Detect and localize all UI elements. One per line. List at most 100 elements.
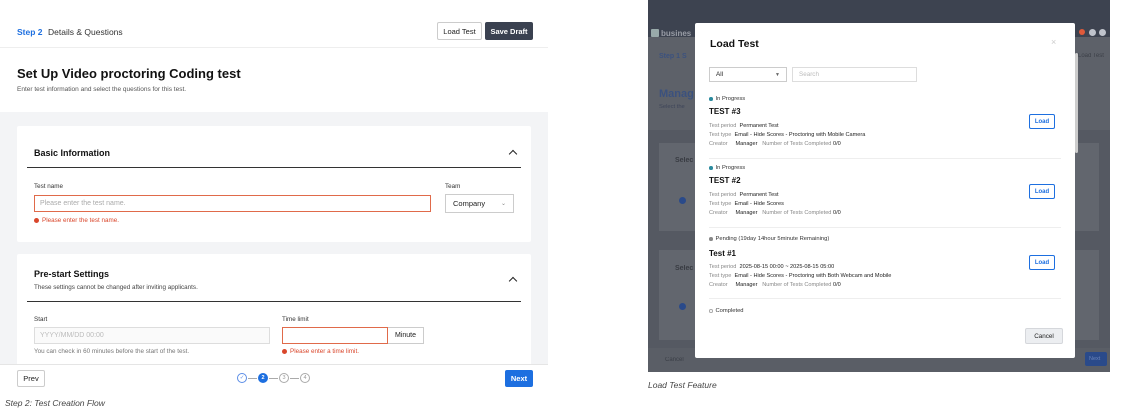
test-type-value: Email - Hide Scores - Proctoring with Mo… xyxy=(734,132,866,138)
start-hint: You can check in 60 minutes before the s… xyxy=(34,348,190,355)
creator-row: Creator Manager Number of Tests Complete… xyxy=(709,210,841,216)
cancel-button[interactable]: Cancel xyxy=(1025,328,1063,344)
bg-help-icon xyxy=(1089,29,1096,36)
test-name: TEST #3 xyxy=(709,107,741,116)
form-area: Basic Information Test name Please enter… xyxy=(0,112,548,374)
bg-select-2: Selec xyxy=(675,265,694,272)
prestart-settings-desc: These settings cannot be changed after i… xyxy=(34,284,198,291)
load-test-screenshot: busines Step 1 S Load Test Manag Select … xyxy=(648,0,1110,372)
close-icon[interactable]: × xyxy=(1051,37,1056,47)
test-period-row: Test period Permanent Test xyxy=(709,192,779,198)
test-period-value: 2025-08-15 00:00 ~ 2025-08-15 05:00 xyxy=(739,264,835,270)
creator-value: Manager xyxy=(735,141,758,147)
time-limit-label: Time limit xyxy=(282,316,309,323)
test-name-error-text: Please enter the test name. xyxy=(42,217,120,224)
test-period-label: Test period xyxy=(709,192,737,198)
creator-label: Creator xyxy=(709,210,728,216)
load-button[interactable]: Load xyxy=(1029,114,1055,129)
completed-status: Completed xyxy=(709,308,744,314)
divider xyxy=(27,167,521,168)
prestart-settings-card: Pre-start Settings These settings cannot… xyxy=(17,254,531,374)
next-button[interactable]: Next xyxy=(505,370,533,387)
time-limit-input[interactable] xyxy=(282,327,388,344)
bg-radio xyxy=(679,197,686,204)
step-3: 3 xyxy=(279,373,289,383)
modal-title: Load Test xyxy=(710,38,759,50)
status-badge: Pending (19day 14hour 5minute Remaining) xyxy=(709,236,829,242)
bg-logo-text: busines xyxy=(661,29,692,38)
bg-step: Step 1 S xyxy=(659,53,687,60)
right-caption: Load Test Feature xyxy=(648,380,717,390)
step-connector xyxy=(269,378,278,379)
team-select[interactable]: Company ⌄ xyxy=(445,194,514,213)
test-list-item: In Progress TEST #2 Test period Permanen… xyxy=(709,162,1061,228)
top-bar: Step 2 Details & Questions Load Test Sav… xyxy=(0,0,548,48)
status-text: In Progress xyxy=(715,165,746,171)
divider xyxy=(27,301,521,302)
basic-information-title: Basic Information xyxy=(34,148,111,158)
status-dot-icon xyxy=(709,237,713,241)
status-filter-select[interactable]: All ▼ xyxy=(709,67,787,82)
save-draft-button[interactable]: Save Draft xyxy=(485,22,533,40)
step-1-done-icon: ✓ xyxy=(237,373,247,383)
load-test-button[interactable]: Load Test xyxy=(437,22,482,40)
collapse-chevron-icon[interactable] xyxy=(508,276,518,286)
team-label: Team xyxy=(445,183,461,190)
load-button[interactable]: Load xyxy=(1029,184,1055,199)
status-dot-icon xyxy=(709,166,713,170)
step-connector xyxy=(248,378,257,379)
status-badge: In Progress xyxy=(709,96,745,102)
time-limit-error: Please enter a time limit. xyxy=(282,348,359,355)
left-caption: Step 2: Test Creation Flow xyxy=(5,398,105,408)
completed-label: Number of Tests Completed xyxy=(762,141,832,147)
bg-cancel: Cancel xyxy=(665,357,684,363)
test-type-label: Test type xyxy=(709,132,732,138)
test-name-label: Test name xyxy=(34,183,64,190)
creator-row: Creator Manager Number of Tests Complete… xyxy=(709,282,841,288)
completed-label: Number of Tests Completed xyxy=(762,282,832,288)
test-creation-panel: Step 2 Details & Questions Load Test Sav… xyxy=(0,0,548,392)
collapse-chevron-icon[interactable] xyxy=(508,149,518,159)
bg-select-1: Selec xyxy=(675,157,694,164)
test-type-row: Test type Email - Hide Scores - Proctori… xyxy=(709,273,891,279)
status-dot-icon xyxy=(709,97,713,101)
error-icon xyxy=(34,218,39,223)
start-label: Start xyxy=(34,316,48,323)
time-limit-error-text: Please enter a time limit. xyxy=(290,348,359,355)
prev-button[interactable]: Prev xyxy=(17,370,45,387)
creator-row: Creator Manager Number of Tests Complete… xyxy=(709,141,841,147)
completed-value: 0/0 xyxy=(832,141,841,147)
test-name: Test #1 xyxy=(709,249,736,258)
status-badge: In Progress xyxy=(709,165,745,171)
test-type-row: Test type Email - Hide Scores xyxy=(709,201,784,207)
bg-avatar xyxy=(1099,29,1106,36)
bg-heading: Manag xyxy=(659,88,694,100)
page-title: Set Up Video proctoring Coding test xyxy=(17,66,241,81)
error-icon xyxy=(282,349,287,354)
test-type-row: Test type Email - Hide Scores - Proctori… xyxy=(709,132,865,138)
page-subtitle: Enter test information and select the qu… xyxy=(17,86,187,93)
modal-scrollbar[interactable] xyxy=(1075,53,1078,153)
test-period-row: Test period 2025-08-15 00:00 ~ 2025-08-1… xyxy=(709,264,834,270)
completed-label: Number of Tests Completed xyxy=(762,210,832,216)
step-title: Details & Questions xyxy=(48,27,123,37)
test-name-error: Please enter the test name. xyxy=(34,217,119,224)
status-text: Pending (19day 14hour 5minute Remaining) xyxy=(715,236,830,242)
test-period-label: Test period xyxy=(709,264,737,270)
creator-value: Manager xyxy=(735,282,758,288)
bg-radio xyxy=(679,303,686,310)
completed-value: 0/0 xyxy=(832,282,841,288)
basic-information-card: Basic Information Test name Please enter… xyxy=(17,126,531,242)
team-select-value: Company xyxy=(453,199,486,208)
search-input[interactable]: Search xyxy=(792,67,917,82)
test-type-label: Test type xyxy=(709,201,732,207)
start-date-input[interactable]: YYYY/MM/DD 00:00 xyxy=(34,327,270,344)
chevron-down-icon: ⌄ xyxy=(500,201,506,207)
load-button[interactable]: Load xyxy=(1029,255,1055,270)
test-name: TEST #2 xyxy=(709,176,741,185)
step-connector xyxy=(290,378,299,379)
step-indicator: Step 2 xyxy=(17,27,43,37)
status-text: Completed xyxy=(715,308,744,314)
test-name-input[interactable]: Please enter the test name. xyxy=(34,195,431,212)
creator-label: Creator xyxy=(709,282,728,288)
